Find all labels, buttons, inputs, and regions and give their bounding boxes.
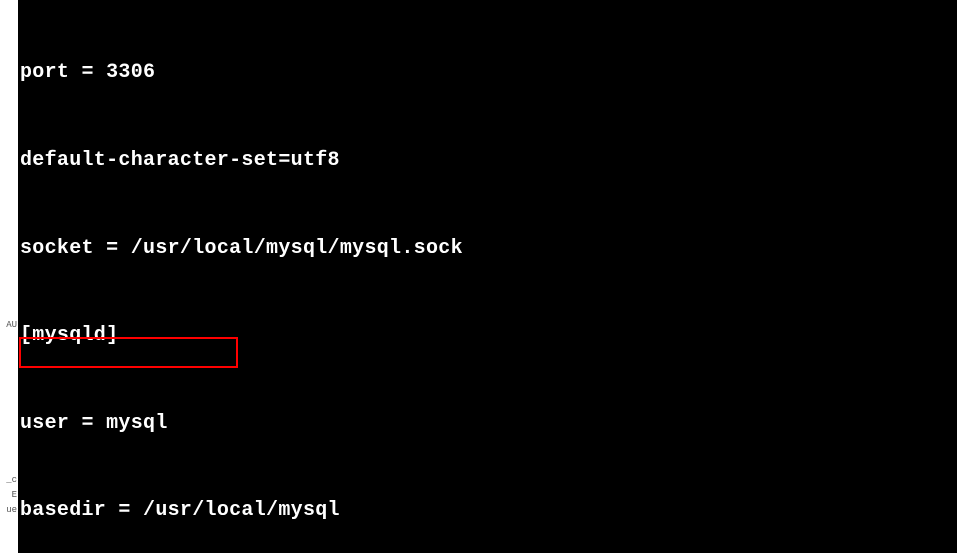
config-line: default-character-set=utf8 xyxy=(18,146,957,175)
gutter-fragment: E xyxy=(12,490,17,501)
config-line: socket = /usr/local/mysql/mysql.sock xyxy=(18,234,957,263)
config-line: port = 3306 xyxy=(18,58,957,87)
config-line: basedir = /usr/local/mysql xyxy=(18,496,957,525)
config-line: [mysqld] xyxy=(18,321,957,350)
terminal-editor[interactable]: port = 3306 default-character-set=utf8 s… xyxy=(18,0,957,553)
gutter-fragment: _c xyxy=(6,475,17,486)
config-line: user = mysql xyxy=(18,409,957,438)
gutter-fragment: AU xyxy=(6,320,17,331)
editor-gutter: AU _c E ue xyxy=(0,0,19,553)
gutter-fragment: ue xyxy=(6,505,17,516)
